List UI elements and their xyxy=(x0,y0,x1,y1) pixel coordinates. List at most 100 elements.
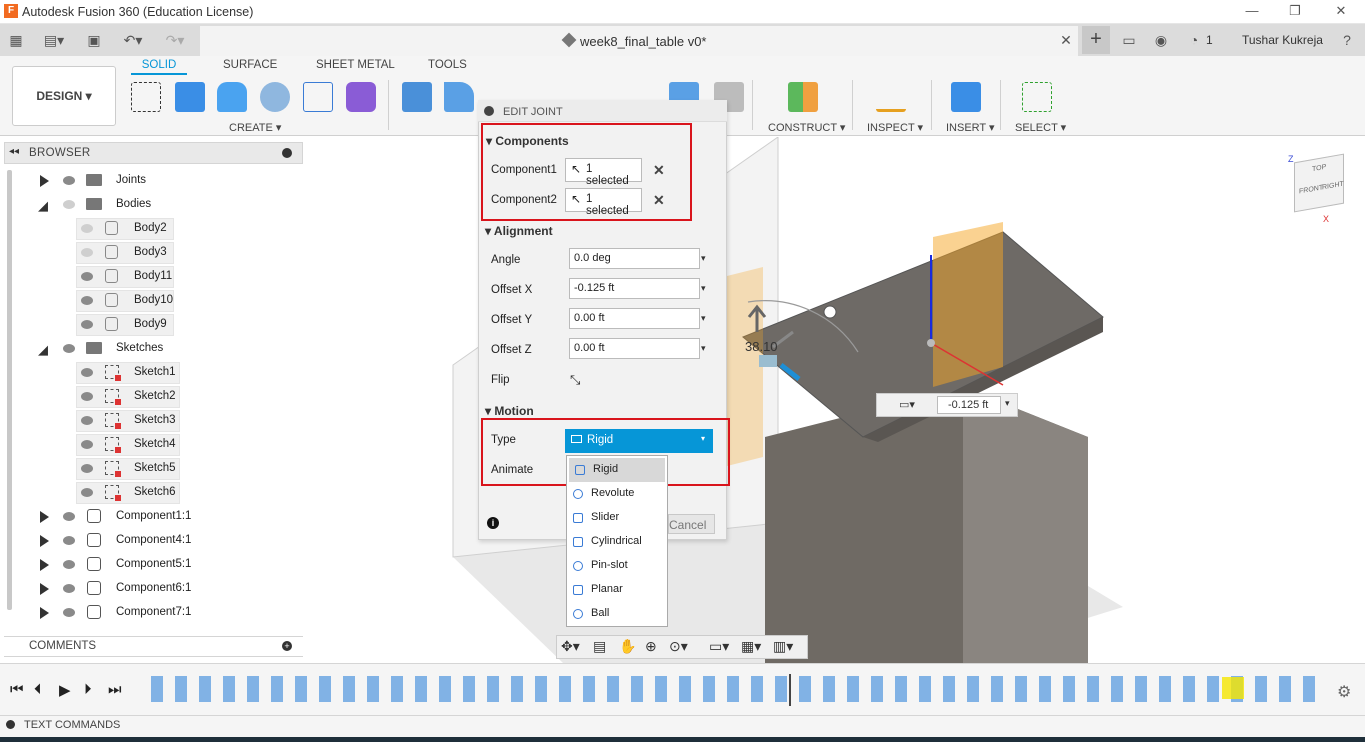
dropdown-option-pin-slot[interactable]: Pin-slot xyxy=(567,554,667,578)
select-menu[interactable]: SELECT ▾ xyxy=(1015,121,1066,134)
view-cube-right[interactable]: RIGHT xyxy=(1322,181,1344,192)
timeline-selected-joint[interactable] xyxy=(1222,677,1244,699)
tree-row-sketch[interactable]: Sketch6 xyxy=(0,481,300,505)
save-icon[interactable]: ▣ xyxy=(86,31,102,49)
visibility-eye-icon[interactable] xyxy=(63,512,75,521)
components-section-header[interactable]: ▾ Components xyxy=(486,134,569,148)
view-cube[interactable]: FRONT RIGHT TOP xyxy=(1294,153,1344,213)
close-window-icon[interactable]: ✕ xyxy=(1327,2,1355,20)
timeline-settings-gear-icon[interactable]: ⚙ xyxy=(1337,682,1351,702)
job-status-icon[interactable]: ◔ xyxy=(1186,31,1202,49)
offset-x-input[interactable]: -0.125 ft xyxy=(569,278,700,299)
offset-y-input[interactable]: 0.00 ft xyxy=(569,308,700,329)
tree-row-component[interactable]: Component4:1 xyxy=(0,529,300,553)
tree-row-body[interactable]: Body2 xyxy=(0,217,300,241)
expand-arrow-icon[interactable] xyxy=(40,607,49,619)
model-canvas[interactable] xyxy=(303,137,1365,663)
notifications-icon[interactable]: ▭ xyxy=(1120,31,1138,49)
insert-menu[interactable]: INSERT ▾ xyxy=(946,121,995,134)
visibility-eye-icon[interactable] xyxy=(81,440,93,449)
tree-row-body[interactable]: Body3 xyxy=(0,241,300,265)
zoom-icon[interactable]: ⊕ xyxy=(645,638,657,655)
tree-row-joints[interactable]: Joints xyxy=(0,169,300,193)
extrude-icon[interactable] xyxy=(175,82,205,112)
offset-readout-input[interactable]: -0.125 ft xyxy=(937,396,1001,414)
inspect-menu[interactable]: INSPECT ▾ xyxy=(867,121,923,134)
new-tab-icon[interactable]: + xyxy=(1082,26,1110,54)
timeline-marker[interactable] xyxy=(789,674,791,706)
expand-arrow-icon[interactable] xyxy=(40,559,49,571)
tree-row-sketch[interactable]: Sketch5 xyxy=(0,457,300,481)
measure-icon[interactable] xyxy=(876,82,906,112)
tab-solid[interactable]: SOLID xyxy=(131,59,187,75)
tree-row-body[interactable]: Body9 xyxy=(0,313,300,337)
insert-image-icon[interactable] xyxy=(951,82,981,112)
grid-settings-icon[interactable]: ▦▾ xyxy=(741,638,761,655)
clear-component1-icon[interactable]: ✕ xyxy=(653,162,665,179)
expand-arrow-icon[interactable] xyxy=(40,583,49,595)
3d-viewport[interactable] xyxy=(303,137,1365,663)
text-commands-bar[interactable] xyxy=(0,715,1365,737)
create-menu[interactable]: CREATE ▾ xyxy=(229,121,281,134)
offset-x-dropdown-icon[interactable]: ▾ xyxy=(701,283,706,294)
expand-arrow-icon[interactable] xyxy=(40,511,49,523)
view-cube-top[interactable]: TOP xyxy=(1312,164,1326,174)
visibility-eye-icon[interactable] xyxy=(63,200,75,209)
display-settings-icon[interactable]: ▭▾ xyxy=(709,638,729,655)
visibility-eye-icon[interactable] xyxy=(81,320,93,329)
visibility-eye-icon[interactable] xyxy=(81,296,93,305)
offset-y-dropdown-icon[interactable]: ▾ xyxy=(701,313,706,324)
orbit-icon[interactable]: ✥▾ xyxy=(561,638,580,655)
press-pull-icon[interactable] xyxy=(402,82,432,112)
zoom-window-icon[interactable]: ⊙▾ xyxy=(669,638,688,655)
tree-row-body[interactable]: Body10 xyxy=(0,289,300,313)
workspace-switcher[interactable]: DESIGN ▾ xyxy=(12,66,116,126)
angle-dropdown-icon[interactable]: ▾ xyxy=(701,253,706,264)
type-dropdown-icon[interactable]: ▾ xyxy=(701,434,705,443)
visibility-eye-icon[interactable] xyxy=(81,488,93,497)
tree-row-body[interactable]: Body11 xyxy=(0,265,300,289)
pan-hand-icon[interactable]: ✋ xyxy=(619,638,636,655)
tree-row-sketches[interactable]: ◢ Sketches xyxy=(0,337,300,361)
browser-pin-icon[interactable] xyxy=(282,148,292,158)
info-icon[interactable]: i xyxy=(487,517,499,529)
collapse-arrow-icon[interactable]: ◢ xyxy=(38,342,48,358)
create-sketch-icon[interactable] xyxy=(131,82,161,112)
look-at-icon[interactable]: ▤ xyxy=(593,638,606,655)
expand-arrow-icon[interactable] xyxy=(40,535,49,547)
construct-menu[interactable]: CONSTRUCT ▾ xyxy=(768,121,845,134)
visibility-eye-icon[interactable] xyxy=(81,464,93,473)
revolve-icon[interactable] xyxy=(217,82,247,112)
offset-z-dropdown-icon[interactable]: ▾ xyxy=(701,343,706,354)
visibility-eye-icon[interactable] xyxy=(63,536,75,545)
text-commands-toggle-icon[interactable] xyxy=(6,720,15,729)
timeline-next-icon[interactable]: ⏵ xyxy=(84,681,92,698)
dropdown-option-slider[interactable]: Slider xyxy=(567,506,667,530)
alignment-section-header[interactable]: ▾ Alignment xyxy=(485,224,553,238)
undo-icon[interactable]: ↶▾ xyxy=(118,31,148,49)
view-cube-front[interactable]: FRONT xyxy=(1299,184,1323,195)
rotation-handle[interactable] xyxy=(823,305,837,319)
timeline-first-icon[interactable]: ⏮ xyxy=(10,681,24,698)
visibility-eye-icon[interactable] xyxy=(63,344,75,353)
minimize-icon[interactable]: — xyxy=(1238,2,1266,20)
tree-row-component[interactable]: Component5:1 xyxy=(0,553,300,577)
timeline-play-icon[interactable]: ▶ xyxy=(59,681,71,699)
tree-row-sketch[interactable]: Sketch4 xyxy=(0,433,300,457)
visibility-eye-icon[interactable] xyxy=(81,224,93,233)
visibility-eye-icon[interactable] xyxy=(81,368,93,377)
dropdown-option-rigid[interactable]: Rigid xyxy=(569,458,665,482)
tree-row-component[interactable]: Component1:1 xyxy=(0,505,300,529)
form-icon[interactable] xyxy=(346,82,376,112)
visibility-eye-icon[interactable] xyxy=(63,584,75,593)
timeline-prev-icon[interactable]: ⏴ xyxy=(34,681,42,698)
tree-row-sketch[interactable]: Sketch1 xyxy=(0,361,300,385)
joint-origin[interactable] xyxy=(927,339,935,347)
fillet-icon[interactable] xyxy=(444,82,474,112)
timeline-features[interactable] xyxy=(145,676,1325,702)
pattern-icon[interactable] xyxy=(303,82,333,112)
tab-tools[interactable]: TOOLS xyxy=(428,59,467,71)
close-tab-icon[interactable]: ✕ xyxy=(1058,31,1074,49)
tab-sheet-metal[interactable]: SHEET METAL xyxy=(316,59,395,71)
dropdown-option-planar[interactable]: Planar xyxy=(567,578,667,602)
